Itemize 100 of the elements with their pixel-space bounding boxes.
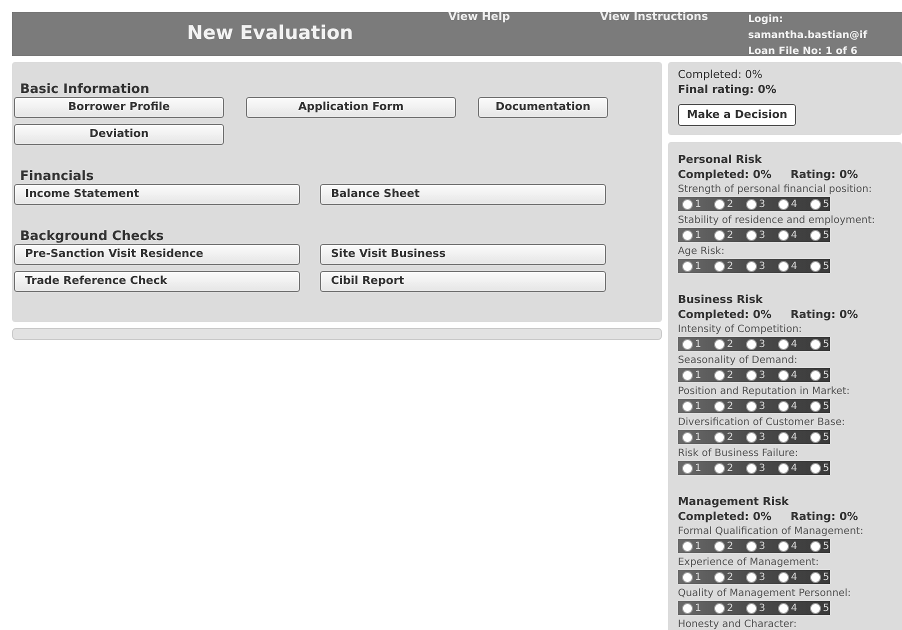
- rating-text: Rating: 0%: [790, 509, 858, 524]
- radio-button[interactable]: [778, 602, 789, 614]
- radio-button[interactable]: [810, 572, 821, 582]
- radio-button[interactable]: [746, 462, 757, 474]
- risk-heading: Business Risk: [678, 292, 764, 307]
- radio-button[interactable]: [682, 432, 693, 442]
- option-label: 1: [694, 400, 702, 412]
- radio-button[interactable]: [746, 370, 757, 380]
- option-label: 1: [694, 338, 702, 350]
- section-button[interactable]: Cibil Report: [320, 271, 606, 292]
- radio-button[interactable]: [714, 198, 725, 210]
- radio-button[interactable]: [810, 400, 821, 412]
- radio-button[interactable]: [746, 572, 757, 582]
- radio-button[interactable]: [778, 432, 789, 442]
- option-label: 4: [790, 462, 798, 474]
- option-label: 1: [694, 432, 702, 442]
- section-button[interactable]: Balance Sheet: [320, 184, 606, 205]
- radio-button[interactable]: [778, 462, 789, 474]
- radio-button[interactable]: [746, 230, 757, 240]
- radio-button[interactable]: [810, 260, 821, 272]
- radio-button[interactable]: [714, 338, 725, 350]
- radio-button[interactable]: [746, 198, 757, 210]
- option-label: 4: [790, 400, 798, 412]
- radio-button[interactable]: [810, 198, 821, 210]
- login-label: Login:: [748, 13, 784, 27]
- section-button[interactable]: Documentation: [478, 97, 608, 118]
- radio-button[interactable]: [714, 260, 725, 272]
- radio-button[interactable]: [746, 338, 757, 350]
- decision-button[interactable]: Make a Decision: [678, 104, 796, 126]
- option-label: 1: [694, 198, 702, 210]
- radio-button[interactable]: [682, 338, 693, 350]
- section-button[interactable]: Application Form: [246, 97, 456, 118]
- section-heading: Background Checks: [20, 229, 165, 244]
- instructions-link[interactable]: View Instructions: [600, 9, 708, 56]
- option-label: 2: [726, 400, 734, 412]
- option-label: 5: [822, 338, 830, 350]
- radio-button[interactable]: [682, 540, 693, 552]
- final-rating-text: Final rating: 0%: [678, 82, 778, 97]
- option-label: 5: [822, 400, 830, 412]
- radio-button[interactable]: [714, 572, 725, 582]
- radio-button[interactable]: [778, 540, 789, 552]
- radio-button[interactable]: [746, 602, 757, 614]
- risk-heading: Personal Risk: [678, 152, 763, 167]
- radio-button[interactable]: [778, 400, 789, 412]
- option-label: 1: [694, 462, 702, 474]
- option-label: 2: [726, 260, 734, 272]
- option-label: 4: [790, 540, 798, 552]
- radio-button[interactable]: [810, 602, 821, 614]
- radio-button[interactable]: [682, 260, 693, 272]
- radio-button[interactable]: [810, 462, 821, 474]
- option-label: 5: [822, 370, 830, 380]
- radio-button[interactable]: [682, 370, 693, 380]
- radio-button[interactable]: [714, 540, 725, 552]
- radio-button[interactable]: [810, 432, 821, 442]
- option-label: 5: [822, 602, 830, 614]
- section-button[interactable]: Borrower Profile: [14, 97, 224, 118]
- section-button[interactable]: Site Visit Business: [320, 244, 606, 265]
- option-label: 3: [758, 602, 766, 614]
- section-button[interactable]: Deviation: [14, 124, 224, 145]
- section-heading: Financials: [20, 169, 95, 184]
- radio-button[interactable]: [778, 338, 789, 350]
- help-link[interactable]: View Help: [448, 9, 510, 56]
- radio-button[interactable]: [714, 432, 725, 442]
- option-label: 4: [790, 572, 798, 582]
- radio-button[interactable]: [746, 260, 757, 272]
- radio-button[interactable]: [682, 400, 693, 412]
- radio-button[interactable]: [682, 230, 693, 240]
- option-label: 1: [694, 540, 702, 552]
- radio-button[interactable]: [778, 572, 789, 582]
- radio-button[interactable]: [810, 230, 821, 240]
- section-button[interactable]: Income Statement: [14, 184, 300, 205]
- radio-button[interactable]: [810, 370, 821, 380]
- radio-button[interactable]: [682, 602, 693, 614]
- radio-button[interactable]: [778, 370, 789, 380]
- radio-button[interactable]: [810, 540, 821, 552]
- radio-button[interactable]: [714, 462, 725, 474]
- completed-text: Completed: 0%: [678, 67, 764, 82]
- radio-button[interactable]: [778, 230, 789, 240]
- question-label: Age Risk:: [678, 245, 726, 259]
- radio-button[interactable]: [714, 370, 725, 380]
- radio-button[interactable]: [714, 400, 725, 412]
- option-label: 3: [758, 540, 766, 552]
- section-button[interactable]: Trade Reference Check: [14, 271, 300, 292]
- radio-button[interactable]: [714, 230, 725, 240]
- radio-button[interactable]: [746, 400, 757, 412]
- section-button[interactable]: Pre-Sanction Visit Residence: [14, 244, 300, 265]
- radio-button[interactable]: [778, 260, 789, 272]
- radio-button[interactable]: [682, 572, 693, 582]
- option-label: 5: [822, 260, 830, 272]
- option-label: 1: [694, 572, 702, 582]
- radio-button[interactable]: [682, 462, 693, 474]
- radio-button[interactable]: [746, 432, 757, 442]
- option-label: 5: [822, 572, 830, 582]
- radio-button[interactable]: [746, 540, 757, 552]
- section-heading: Basic Information: [20, 82, 150, 97]
- radio-button[interactable]: [714, 602, 725, 614]
- radio-button[interactable]: [810, 338, 821, 350]
- question-label: Intensity of Competition:: [678, 323, 803, 337]
- radio-button[interactable]: [682, 198, 693, 210]
- radio-button[interactable]: [778, 198, 789, 210]
